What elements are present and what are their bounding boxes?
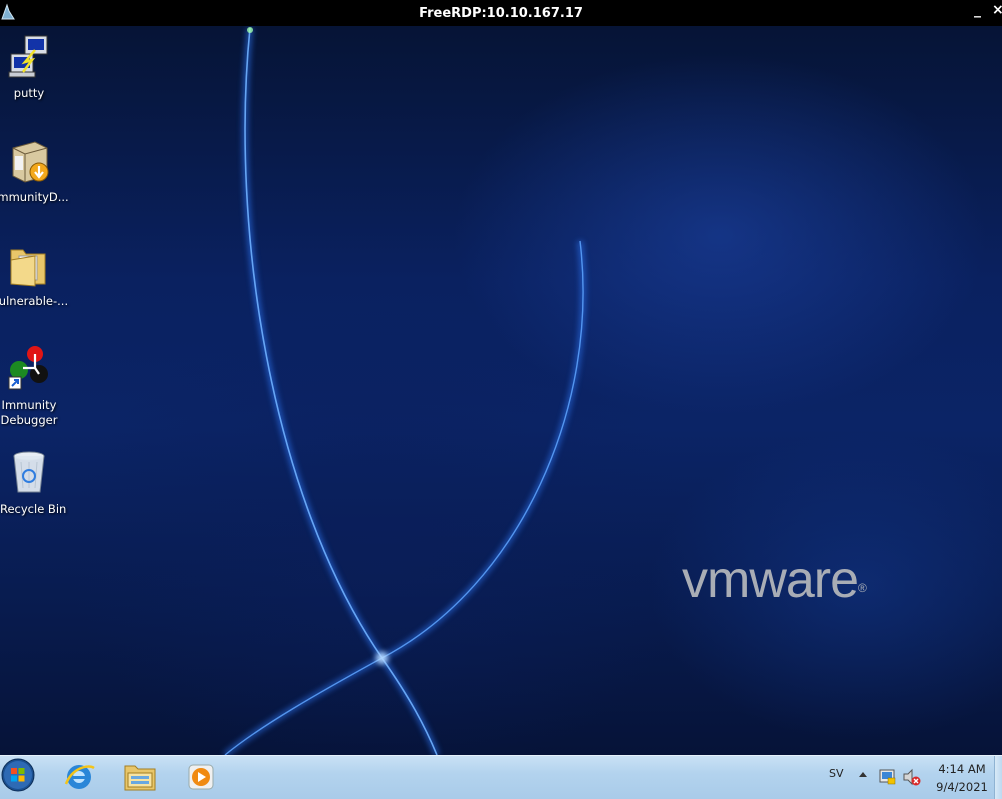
clock-date: 9/4/2021 (936, 780, 988, 794)
desktop-icon-label: vulnerable-... (0, 294, 69, 308)
vmware-logo-text: vmware (682, 551, 859, 609)
desktop-icon-recycle-bin[interactable]: Recycle Bin (0, 448, 67, 517)
desktop-icon-immunity-debugger[interactable]: Immunity Debugger (0, 344, 58, 428)
putty-icon (8, 35, 48, 78)
file-explorer-icon[interactable] (119, 758, 161, 796)
window-title: FreeRDP:10.10.167.17 (419, 5, 583, 21)
media-player-icon[interactable] (179, 758, 221, 796)
freerdp-app-icon[interactable] (0, 3, 16, 21)
desktop-icon-label: ImmunityD... (0, 190, 69, 204)
start-button[interactable] (0, 756, 40, 796)
clock-time: 4:14 AM (938, 762, 986, 776)
immunity-debugger-icon (8, 346, 48, 390)
language-indicator[interactable]: SV (829, 767, 844, 780)
volume-muted-icon[interactable] (902, 756, 922, 799)
desktop-icon-putty[interactable]: putty (0, 32, 58, 101)
registered-mark: ® (858, 581, 867, 595)
desktop-icon-label: putty (13, 86, 45, 100)
vmware-logo: vmware® (682, 551, 867, 609)
system-clock[interactable]: 4:14 AM 9/4/2021 (928, 760, 996, 796)
desktop-icon-vulnerable-folder[interactable]: vulnerable-... (0, 240, 69, 309)
desktop[interactable]: vmware® putty ImmunityD... ulnerable-...… (0, 26, 1002, 755)
show-desktop-button[interactable] (994, 756, 1002, 799)
recycle-bin-icon (13, 451, 45, 493)
desktop-icon-label: Recycle Bin (0, 502, 67, 516)
close-button[interactable]: × (992, 2, 1002, 18)
show-hidden-icons-arrow[interactable] (857, 756, 869, 799)
folder-icon (10, 249, 46, 287)
wallpaper-light-streaks (223, 27, 586, 755)
freerdp-title-bar: FreeRDP:10.10.167.17 _ × (0, 0, 1002, 26)
desktop-icon-immunity-installer[interactable]: ImmunityD... (0, 136, 69, 205)
internet-explorer-icon[interactable] (58, 758, 100, 796)
taskbar: SV 4:14 AM 9/4/2021 (0, 755, 1002, 799)
desktop-icon-label: Immunity Debugger (0, 398, 58, 427)
minimize-button[interactable]: _ (974, 2, 981, 18)
installer-icon (12, 141, 49, 183)
network-icon[interactable] (878, 756, 896, 799)
